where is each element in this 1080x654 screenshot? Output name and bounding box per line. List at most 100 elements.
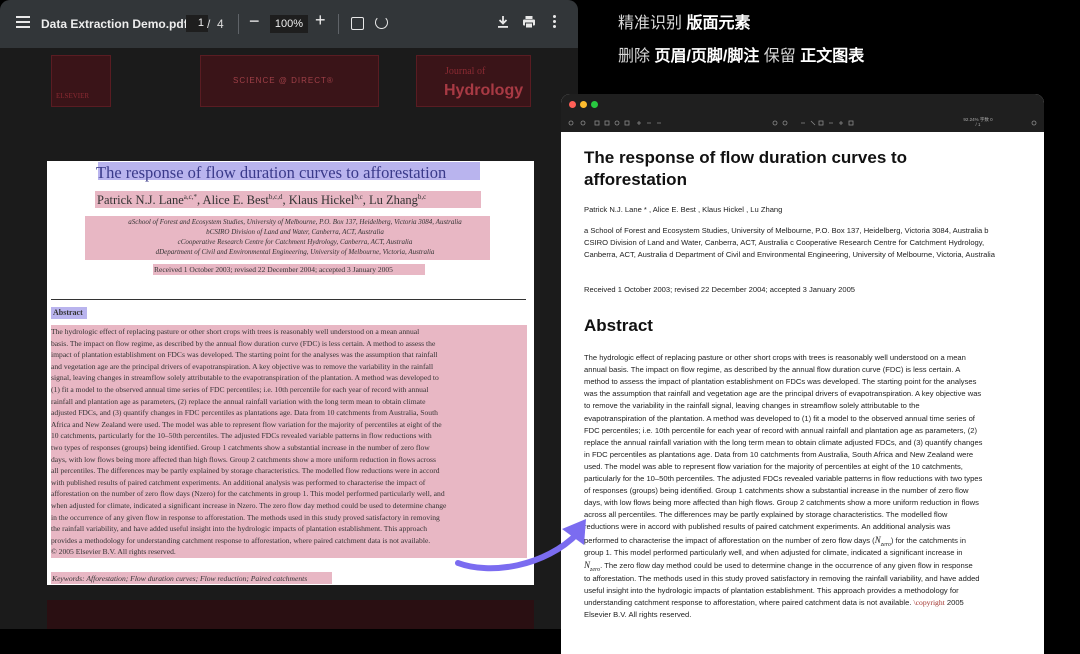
result-abstract-line: group 1. This model performed particular… — [584, 547, 963, 557]
author-superscript: b,c,d — [268, 193, 283, 201]
result-authors: Patrick N.J. Lane * , Alice E. Best , Kl… — [584, 205, 783, 214]
pdf-abstract-line: Africa and New Zealand were used. The mo… — [51, 419, 442, 429]
result-text: An additional analysis was — [861, 522, 951, 532]
pdf-affiliation: aSchool of Forest and Ecosystem Studies,… — [128, 218, 462, 226]
more-options-icon[interactable] — [553, 15, 557, 30]
toolbar-divider — [238, 14, 239, 34]
pdf-affiliation: bCSIRO Division of Land and Water, Canbe… — [206, 228, 384, 236]
author-superscript: b,c — [354, 193, 363, 201]
pdf-keywords: Keywords: Afforestation; Flow duration c… — [52, 574, 308, 583]
result-text: reductions were in accord with published… — [584, 522, 860, 532]
pdf-abstract-line: signal, leaving changes in streamflow so… — [51, 373, 439, 383]
toolbar-divider — [338, 14, 339, 34]
pdf-abstract-heading: Abstract — [53, 308, 83, 317]
publisher-logo-block: ELSEVIER — [51, 55, 111, 107]
headline-text: 保留 — [759, 48, 801, 65]
author-superscript: b,c — [417, 193, 427, 201]
author-name: , Lu Zhang — [362, 193, 418, 208]
footer-region — [47, 600, 534, 629]
result-abstract-line: The hydrologic effect of replacing pastu… — [584, 353, 966, 362]
download-icon[interactable] — [497, 15, 509, 29]
pdf-abstract-line: rainfall and plantation age as parameter… — [51, 396, 426, 406]
maximize-window-button[interactable] — [591, 101, 598, 108]
result-window: 92.24% 字数 0 / 1 The response of flow dur… — [561, 94, 1044, 654]
headline-emphasis: 页眉/页脚/脚注 — [654, 48, 760, 65]
journal-name-text: Hydrology — [444, 82, 524, 99]
page-separator: / — [207, 17, 211, 31]
science-direct-logo-text: SCIENCE @ DIRECT® — [233, 76, 334, 85]
pdf-abstract-line: days, with low flows being more affected… — [51, 454, 436, 464]
result-abstract-line: FDC percentiles; i.e. 10th percentile fo… — [584, 425, 977, 435]
pdf-affiliation: cCooperative Research Centre for Catchme… — [177, 238, 413, 246]
result-abstract-line: across all percentiles. The differences … — [584, 510, 948, 520]
result-abstract-line: to afforestation. The methods used in th… — [584, 573, 980, 583]
author-name: , Klaus Hickel — [282, 193, 355, 208]
pdf-abstract-line: with published results of paired catchme… — [51, 477, 426, 487]
pdf-abstract-line: all percentiles. The differences may be … — [51, 466, 440, 476]
transform-arrow-icon — [455, 519, 586, 572]
viewer-toolbar: Data Extraction Demo.pdf , 1 / 4 − 100% … — [0, 0, 578, 48]
minimize-window-button[interactable] — [580, 101, 587, 108]
zoom-in-button[interactable]: + — [315, 10, 326, 31]
headline-text: 精准识别 — [618, 15, 687, 32]
result-title: The response of flow duration curves to … — [584, 148, 908, 189]
result-abstract-line: annual basis. The impact on flow regime,… — [584, 365, 961, 375]
rotate-icon[interactable] — [375, 16, 388, 29]
headline-emphasis: 版面元素 — [686, 15, 751, 32]
result-received-dates: Received 1 October 2003; revised 22 Dece… — [584, 285, 856, 294]
headline-line-2: 删除 页眉/页脚/脚注 保留 正文图表 — [618, 42, 864, 66]
result-abstract-line: performed to characterise the impact of … — [584, 534, 1024, 547]
journal-logo-block: Journal of Hydrology — [416, 55, 531, 107]
result-abstract-line: replace the annual rainfall variation wi… — [584, 437, 983, 447]
headline-text: 删除 — [618, 48, 655, 65]
result-abstract-line: understanding catchment response to affo… — [584, 597, 1024, 609]
result-text: performed to characterise the impact of … — [584, 535, 875, 545]
author-name: Patrick N.J. Lane — [97, 193, 184, 208]
result-abstract-line: days, with low flows being more affected… — [584, 498, 979, 508]
editor-zoom-readout: 92.24% 字数 0 / 1 — [963, 117, 993, 127]
result-abstract-heading: Abstract — [584, 316, 653, 335]
headline-emphasis: 正文图表 — [800, 48, 865, 65]
zoom-level-input[interactable]: 100% — [270, 15, 308, 33]
print-icon[interactable] — [522, 15, 536, 29]
science-direct-logo-block: SCIENCE @ DIRECT® — [200, 55, 379, 107]
author-superscript: a,c,* — [183, 193, 197, 201]
pdf-abstract-line: impact of plantation establishment on FD… — [51, 350, 438, 360]
journal-of-text: Journal of — [445, 66, 486, 77]
page-number-input[interactable]: 1 — [186, 15, 208, 32]
result-text: understanding catchment response to affo… — [584, 598, 914, 607]
headline-line-1: 精准识别 版面元素 — [618, 9, 750, 33]
document-title: Data Extraction Demo.pdf , — [41, 17, 195, 31]
result-abstract-line: in FDC percentiles as plantations age. D… — [584, 449, 974, 459]
result-abstract-line: reductions were in accord with published… — [584, 521, 1024, 533]
pdf-abstract-line: (1) fit a model to the observed annual t… — [51, 385, 429, 394]
result-abstract-line: useful insight into the hydrologic impac… — [584, 585, 959, 595]
result-affiliations: a School of Forest and Ecosystem Studies… — [584, 226, 995, 260]
pdf-affiliation: dDepartment of Civil and Environmental E… — [155, 248, 435, 256]
result-abstract-line: of responses (groups) being identified. … — [584, 486, 969, 496]
fit-to-page-icon[interactable] — [351, 17, 364, 30]
result-abstract-line: used. The model was able to represent fl… — [584, 461, 963, 471]
result-abstract-line: particularly for the 10–50th percentiles… — [584, 474, 983, 483]
result-abstract-line: to remove the variability in the rainfal… — [584, 401, 920, 411]
close-window-button[interactable] — [569, 101, 576, 108]
pdf-divider — [51, 299, 526, 300]
window-titlebar: 92.24% 字数 0 / 1 — [561, 94, 1044, 132]
pdf-authors: Patrick N.J. Lanea,c,*, Alice E. Bestb,c… — [97, 193, 426, 208]
page-total: 4 — [217, 17, 224, 31]
pdf-abstract-line: The hydrologic effect of replacing pastu… — [51, 327, 420, 336]
result-abstract-line: Elsevier B.V. All rights reserved. — [584, 610, 692, 620]
result-abstract-line: method to assess the impact of plantatio… — [584, 377, 977, 387]
n-zero-symbol: Nzero — [875, 535, 891, 547]
result-abstract-line: Nzero. The zero flow day method could be… — [584, 559, 1024, 573]
pdf-abstract-line: afforestation on the number of zero flow… — [51, 489, 445, 499]
result-abstract-line: evapotranspiration of the plantation. A … — [584, 413, 975, 423]
pdf-abstract-line: and vegetation age are the principal dri… — [51, 361, 434, 371]
result-text: ) for the catchments in — [890, 535, 966, 545]
pdf-abstract-line: two types of responses (groups) being id… — [51, 443, 430, 452]
zoom-out-button[interactable]: − — [249, 11, 260, 32]
pdf-abstract-line: basis. The impact on flow regime, as des… — [51, 338, 436, 348]
pdf-title: The response of flow duration curves to … — [96, 163, 447, 182]
copyright-command: \copyright — [913, 598, 945, 607]
menu-icon[interactable] — [16, 16, 30, 28]
